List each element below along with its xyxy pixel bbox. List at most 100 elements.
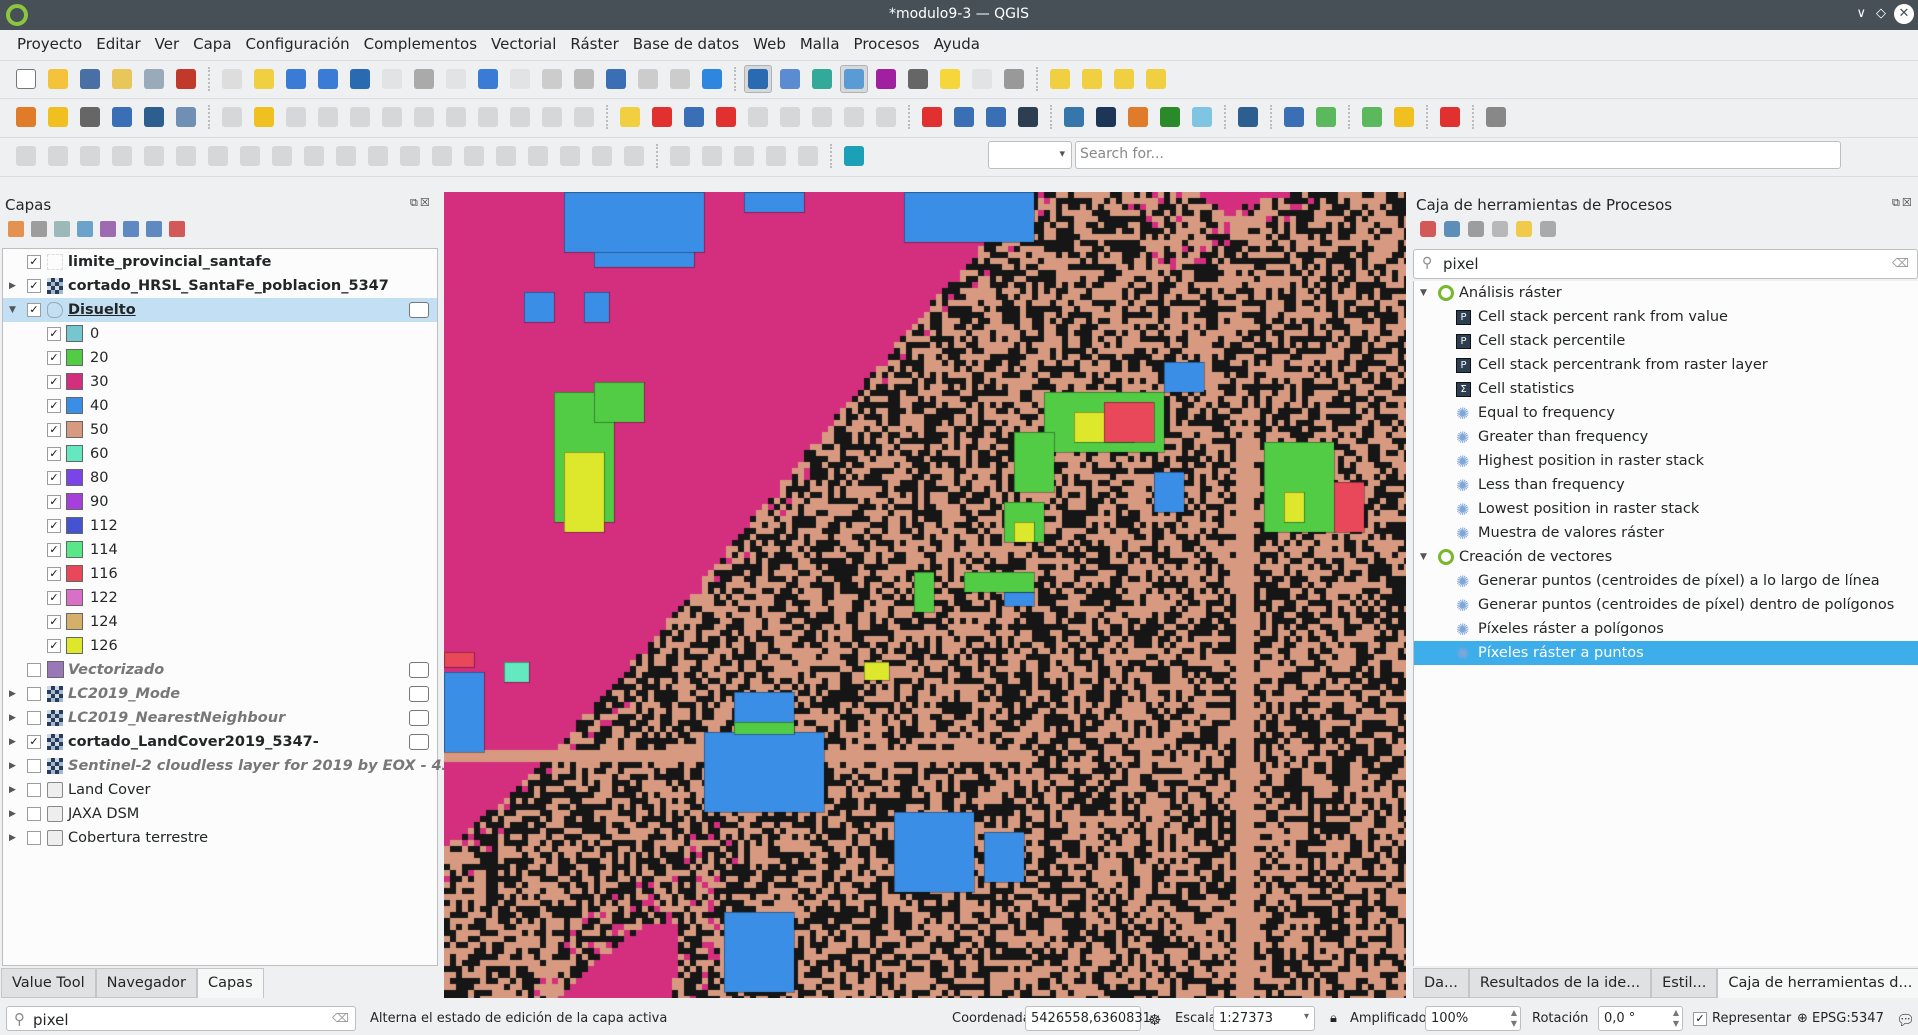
align-button[interactable]: [588, 142, 616, 170]
snap-button[interactable]: [620, 142, 648, 170]
collapse-all-icon[interactable]: [146, 221, 162, 237]
label-change-button[interactable]: [840, 103, 868, 131]
algorithm-item[interactable]: P Cell stack percentrank from raster laye…: [1414, 353, 1918, 377]
map-button[interactable]: [1390, 103, 1418, 131]
paste-button[interactable]: [506, 103, 534, 131]
legend-item-checkbox[interactable]: ✓: [47, 639, 61, 653]
menu-malla[interactable]: Malla: [793, 35, 847, 53]
layer-visibility-checkbox[interactable]: [27, 663, 41, 677]
embedded-widget-icon[interactable]: [409, 662, 429, 678]
merge-button[interactable]: [492, 142, 520, 170]
models-icon[interactable]: [1420, 221, 1436, 237]
layer-row[interactable]: ▶ ✓ cortado_LandCover2019_5347-: [3, 730, 437, 754]
select-feature-button[interactable]: [1046, 65, 1074, 93]
layer-row[interactable]: ▶ Land Cover: [3, 778, 437, 802]
legend-item-checkbox[interactable]: ✓: [47, 495, 61, 509]
menu-proyecto[interactable]: Proyecto: [10, 35, 89, 53]
dock-tab[interactable]: Estil...: [1651, 968, 1718, 998]
merge-attributes-button[interactable]: [524, 142, 552, 170]
legend-item-checkbox[interactable]: ✓: [47, 615, 61, 629]
layer-diagram-button[interactable]: [648, 103, 676, 131]
layer-row[interactable]: ▶ LC2019_NearestNeighbour: [3, 706, 437, 730]
delete-ring-button[interactable]: [300, 142, 328, 170]
help-button[interactable]: [1234, 103, 1262, 131]
swipe-button[interactable]: [1188, 103, 1216, 131]
legend-item-checkbox[interactable]: ✓: [47, 423, 61, 437]
lock-scale-icon[interactable]: 🔒︎: [1330, 1011, 1337, 1026]
expand-arrow-icon[interactable]: ▶: [9, 281, 16, 291]
temporal-button[interactable]: [666, 65, 694, 93]
identify-button[interactable]: [744, 64, 772, 93]
layer-visibility-checkbox[interactable]: ✓: [27, 735, 41, 749]
toggle-editing-button[interactable]: [250, 103, 278, 131]
menu-editar[interactable]: Editar: [89, 35, 147, 53]
legend-item[interactable]: ✓ 0: [3, 322, 437, 346]
layer-visibility-checkbox[interactable]: ✓: [27, 303, 41, 317]
copy-move-button[interactable]: [762, 142, 790, 170]
refresh-table-button[interactable]: [1312, 103, 1340, 131]
expand-arrow-icon[interactable]: ▶: [9, 761, 16, 771]
python-scripts-icon[interactable]: [1444, 221, 1460, 237]
legend-item[interactable]: ✓ 60: [3, 442, 437, 466]
highlight-labels-button[interactable]: [712, 103, 740, 131]
offset-button[interactable]: [76, 142, 104, 170]
legend-item-checkbox[interactable]: ✓: [47, 327, 61, 341]
toggle-extents-icon[interactable]: ☸: [1148, 1011, 1161, 1029]
menu-ayuda[interactable]: Ayuda: [927, 35, 987, 53]
algorithm-item[interactable]: ✺ Equal to frequency: [1414, 401, 1918, 425]
scale-button[interactable]: [108, 142, 136, 170]
new-shapefile-button[interactable]: [76, 103, 104, 131]
algorithm-item[interactable]: ✺ Muestra de valores ráster: [1414, 521, 1918, 545]
rotate-point-button[interactable]: [556, 142, 584, 170]
algorithm-item[interactable]: ✺ Píxeles ráster a polígonos: [1414, 617, 1918, 641]
algorithm-item[interactable]: ✺ Píxeles ráster a puntos: [1414, 641, 1918, 665]
search-for-input[interactable]: Search for...: [1075, 141, 1841, 169]
algorithm-item[interactable]: ✺ Generar puntos (centroides de píxel) de…: [1414, 593, 1918, 617]
locator-button[interactable]: [840, 142, 868, 170]
dock-float-close-buttons[interactable]: ⧉☒: [1892, 196, 1914, 210]
legend-item[interactable]: ✓ 124: [3, 610, 437, 634]
add-ring-button[interactable]: [204, 142, 232, 170]
crs-globe-icon[interactable]: ⊕: [1797, 1011, 1808, 1026]
legend-item[interactable]: ✓ 40: [3, 394, 437, 418]
layer-row[interactable]: ▶ Sentinel-2 cloudless layer for 2019 by …: [3, 754, 472, 778]
label-show-hide-button[interactable]: [744, 103, 772, 131]
select-location-button[interactable]: [1142, 65, 1170, 93]
legend-item-checkbox[interactable]: ✓: [47, 447, 61, 461]
algorithm-item[interactable]: ✺ Generar puntos (centroides de píxel) a …: [1414, 569, 1918, 593]
results-icon[interactable]: [1492, 221, 1508, 237]
legend-item[interactable]: ✓ 114: [3, 538, 437, 562]
history-icon[interactable]: [1468, 221, 1484, 237]
zoom-layer-button[interactable]: [410, 65, 438, 93]
menu-vectorial[interactable]: Vectorial: [484, 35, 563, 53]
style-brush-icon[interactable]: [8, 221, 24, 237]
show-bookmarks-button[interactable]: [634, 65, 662, 93]
layer-row[interactable]: ▶ LC2019_Mode: [3, 682, 437, 706]
circle-button[interactable]: [794, 142, 822, 170]
messages-icon[interactable]: 💬︎: [1896, 1011, 1915, 1029]
layer-row[interactable]: ▶ JAXA DSM: [3, 802, 437, 826]
collapse-arrow-icon[interactable]: ▼: [1420, 552, 1427, 562]
legend-item-checkbox[interactable]: ✓: [47, 399, 61, 413]
scale-dropdown[interactable]: 1:27373 ▾: [1213, 1006, 1315, 1031]
dock-float-close-buttons[interactable]: ⧉☒: [410, 196, 432, 210]
topology-button[interactable]: [1280, 103, 1308, 131]
clear-search-icon[interactable]: ⌫: [1892, 256, 1909, 270]
expression-filter-icon[interactable]: [100, 221, 116, 237]
add-feature-button[interactable]: [314, 103, 342, 131]
layer-row[interactable]: ✓ limite_provincial_santafe: [3, 250, 437, 274]
processing-tree[interactable]: ▼ Análisis ráster P Cell stack percent rank…: [1413, 281, 1918, 966]
label-edit-button[interactable]: [872, 103, 900, 131]
processing-search-input[interactable]: ⚲ pixel ⌫: [1413, 249, 1918, 279]
crs-button[interactable]: EPSG:5347: [1812, 1011, 1884, 1026]
menu-ráster[interactable]: Ráster: [563, 35, 625, 53]
raster-calc-button[interactable]: [1124, 103, 1152, 131]
search-web-button[interactable]: [1014, 103, 1042, 131]
layer-row[interactable]: ▶ ✓ cortado_HRSL_SantaFe_poblacion_5347: [3, 274, 437, 298]
vertex-add-button[interactable]: [698, 142, 726, 170]
legend-item-checkbox[interactable]: ✓: [47, 567, 61, 581]
menu-web[interactable]: Web: [746, 35, 793, 53]
simplify-button[interactable]: [172, 142, 200, 170]
menu-procesos[interactable]: Procesos: [847, 35, 927, 53]
zoom-out-button[interactable]: [314, 65, 342, 93]
